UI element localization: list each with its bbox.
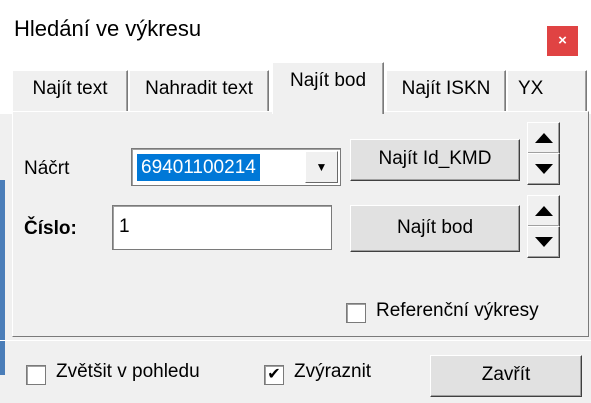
referencni-vykresy-label: Referenční výkresy xyxy=(376,300,539,321)
zvyraznit-label: Zvýraznit xyxy=(294,361,372,382)
close-icon: × xyxy=(558,32,567,49)
button-label: Najít Id_KMD xyxy=(378,148,492,169)
cislo-input-value: 1 xyxy=(119,216,130,237)
footer-divider xyxy=(0,340,591,341)
window-title: Hledání ve výkresu xyxy=(14,16,202,41)
arrow-down-icon xyxy=(535,164,553,174)
close-button[interactable]: × xyxy=(547,26,578,56)
chevron-down-icon: ▼ xyxy=(315,160,328,174)
referencni-vykresy-checkbox[interactable] xyxy=(346,303,366,323)
arrow-up-icon xyxy=(535,133,553,143)
zavrit-button[interactable]: Zavřít xyxy=(430,355,582,397)
checkmark-icon: ✔ xyxy=(267,366,281,383)
button-label: Najít bod xyxy=(396,217,474,238)
najit-bod-button[interactable]: Najít bod xyxy=(350,205,520,252)
tab-najit-iskn[interactable]: Najít ISKN xyxy=(386,70,506,111)
title-bar: Hledání ve výkresu × xyxy=(0,0,591,60)
nacrt-label: Náčrt xyxy=(24,158,70,179)
dropdown-button[interactable]: ▼ xyxy=(305,151,338,183)
spin-up-button-2[interactable] xyxy=(527,195,560,227)
najit-id-kmd-button[interactable]: Najít Id_KMD xyxy=(350,139,520,181)
button-label: Zavřít xyxy=(481,364,531,385)
tab-label: Najít text xyxy=(32,78,108,99)
tab-label: Nahradit text xyxy=(145,78,253,99)
zvyraznit-checkbox[interactable]: ✔ xyxy=(264,365,284,385)
cislo-input[interactable]: 1 xyxy=(112,205,332,250)
tab-najit-bod[interactable]: Najít bod xyxy=(272,62,384,114)
zvetsit-v-pohledu-label: Zvětšit v pohledu xyxy=(56,361,200,382)
tab-label: Najít ISKN xyxy=(401,78,491,99)
spin-down-button-2[interactable] xyxy=(527,226,560,258)
dialog-window: Hledání ve výkresu × Najít text Nahradit… xyxy=(0,0,591,403)
tab-nahradit-text[interactable]: Nahradit text xyxy=(129,70,269,111)
tab-label: Najít bod xyxy=(289,70,367,91)
nacrt-combobox[interactable]: 69401100214 ▼ xyxy=(131,148,341,186)
tab-yx[interactable]: YX xyxy=(507,70,587,111)
spin-up-button-1[interactable] xyxy=(527,122,560,154)
tab-label: YX xyxy=(518,78,544,99)
tab-najit-text[interactable]: Najít text xyxy=(12,70,128,111)
arrow-up-icon xyxy=(535,206,553,216)
cislo-label: Číslo: xyxy=(24,218,77,239)
spin-down-button-1[interactable] xyxy=(527,153,560,185)
zvetsit-v-pohledu-checkbox[interactable] xyxy=(26,365,46,385)
arrow-down-icon xyxy=(535,237,553,247)
background-window-edge xyxy=(0,180,5,375)
nacrt-selected-value: 69401100214 xyxy=(137,154,260,181)
